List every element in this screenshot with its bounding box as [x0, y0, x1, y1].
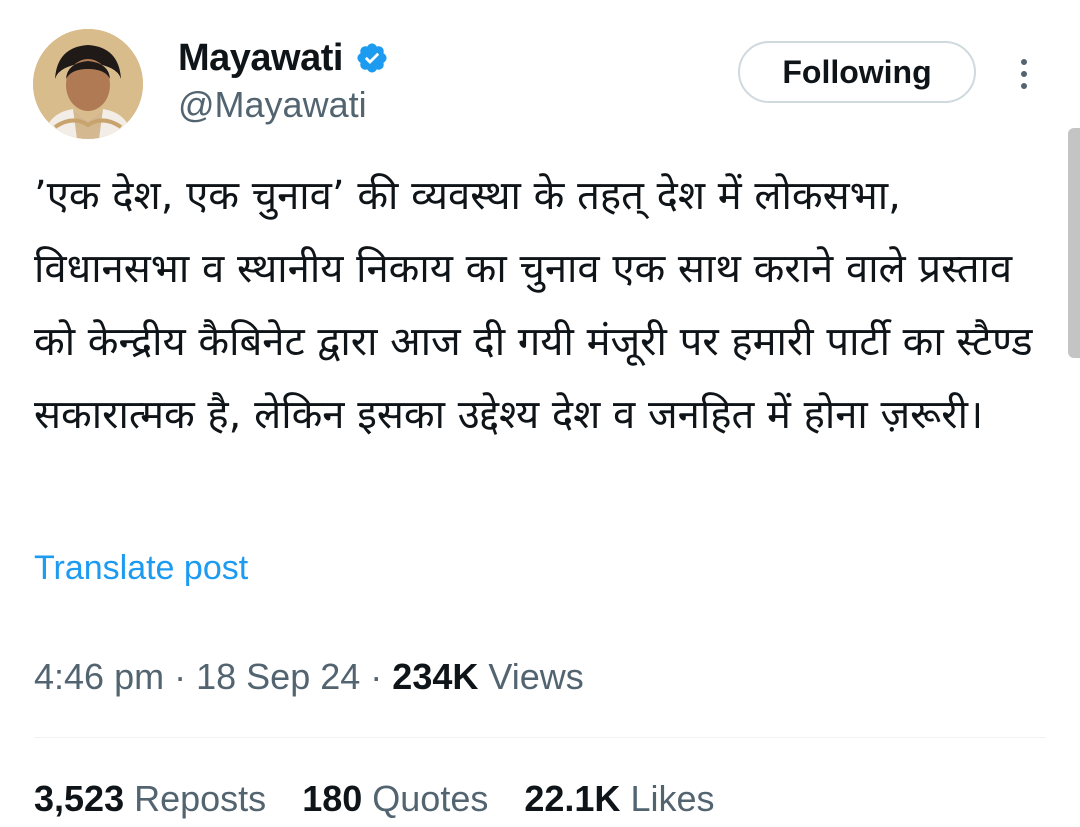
meta-separator: ·	[370, 656, 383, 697]
likes-label: Likes	[630, 778, 715, 819]
reposts-count: 3,523	[34, 778, 125, 819]
author-name-row: Mayawati	[178, 36, 389, 80]
meta-separator: ·	[174, 656, 187, 697]
scrollbar[interactable]	[1068, 128, 1080, 358]
views-label: Views	[488, 656, 584, 697]
tweet-date[interactable]: 18 Sep 24	[196, 656, 360, 697]
views-count: 234K	[392, 656, 479, 697]
engagement-stats: 3,523 Reposts 180 Quotes 22.1K Likes	[34, 778, 715, 820]
more-options-icon[interactable]	[1008, 52, 1040, 96]
translate-post-link[interactable]: Translate post	[34, 549, 248, 588]
likes-count: 22.1K	[524, 778, 621, 819]
more-dot	[1021, 59, 1027, 65]
author-handle[interactable]: @Mayawati	[178, 84, 367, 126]
likes-stat[interactable]: 22.1K Likes	[524, 778, 714, 820]
following-button[interactable]: Following	[738, 41, 976, 103]
profile-photo-icon	[33, 29, 143, 139]
tweet-text: ’एक देश, एक चुनाव’ की व्यवस्था के तहत् द…	[34, 173, 1046, 438]
reposts-label: Reposts	[134, 778, 267, 819]
quotes-stat[interactable]: 180 Quotes	[302, 778, 488, 820]
more-dot	[1021, 71, 1027, 77]
divider	[34, 737, 1046, 738]
reposts-stat[interactable]: 3,523 Reposts	[34, 778, 266, 820]
verified-badge-icon[interactable]	[355, 41, 389, 75]
tweet-meta: 4:46 pm · 18 Sep 24 · 234K Views	[34, 656, 584, 698]
quotes-label: Quotes	[372, 778, 489, 819]
quotes-count: 180	[302, 778, 363, 819]
author-display-name[interactable]: Mayawati	[178, 37, 343, 80]
more-dot	[1021, 83, 1027, 89]
avatar[interactable]	[33, 29, 143, 139]
tweet-time[interactable]: 4:46 pm	[34, 656, 164, 697]
